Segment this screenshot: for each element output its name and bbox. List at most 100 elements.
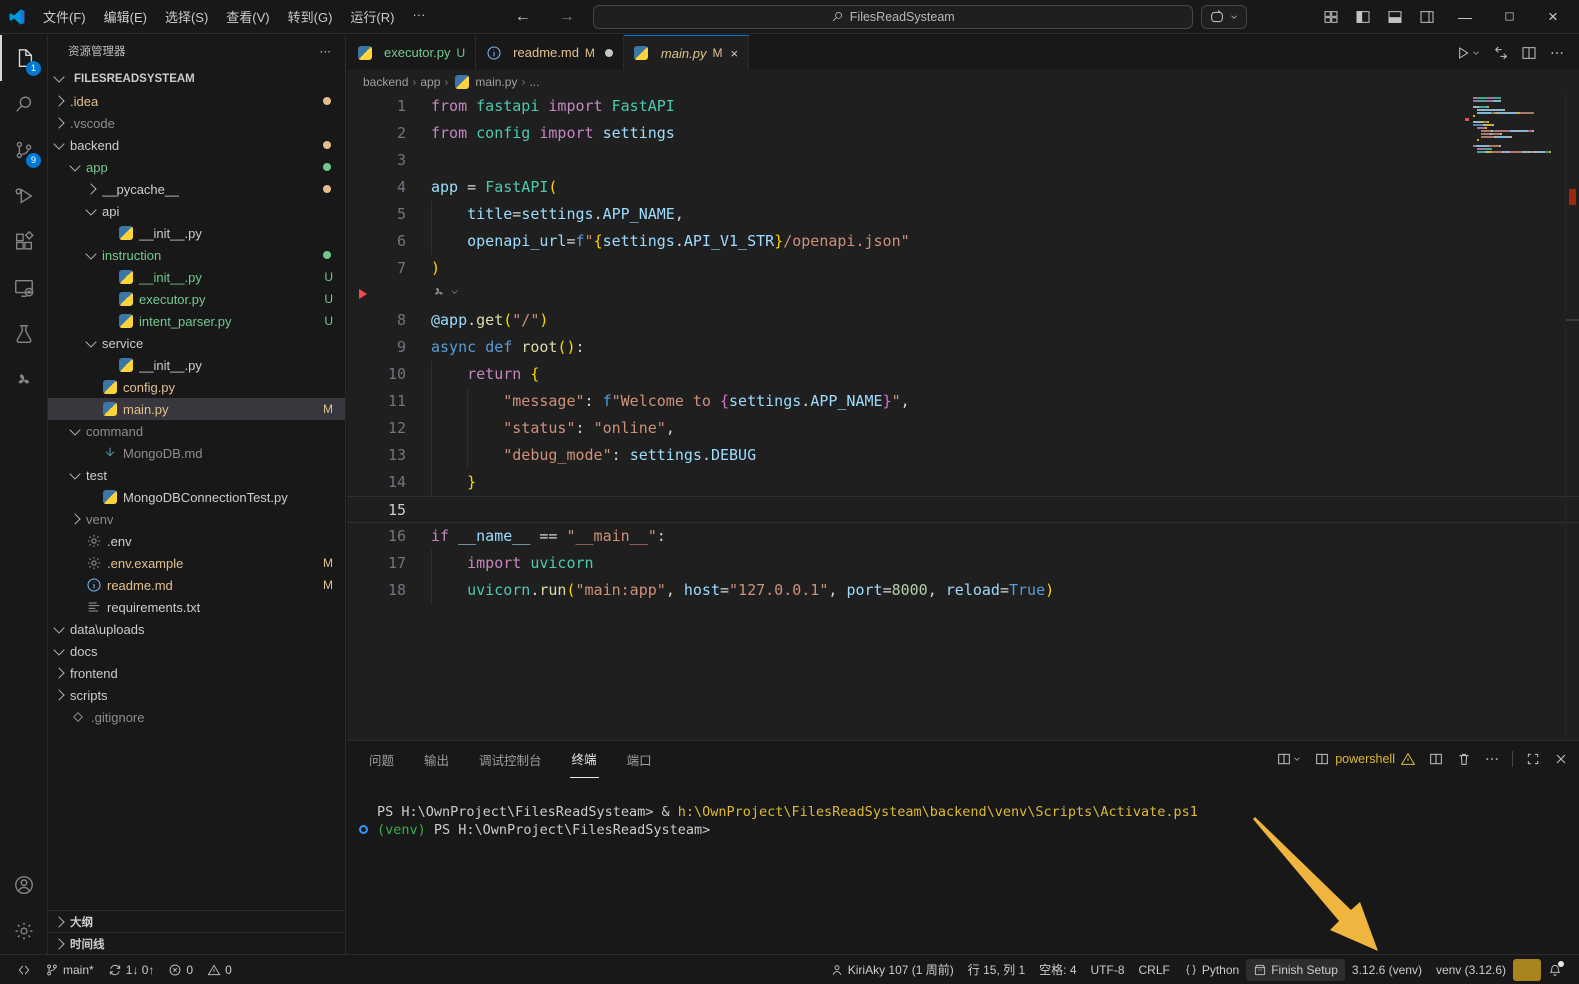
statusbar-0[interactable]: 0 (200, 959, 239, 981)
code-line-3[interactable]: 3 (347, 147, 1579, 174)
search-input[interactable]: FilesReadSysteam (593, 5, 1193, 29)
activitybar-settings-icon[interactable] (0, 908, 47, 954)
tree-item-service[interactable]: service (48, 332, 345, 354)
statusbar-pinwheel-gold-icon[interactable] (1513, 959, 1541, 981)
code-line-7[interactable]: 7) (347, 255, 1579, 282)
activitybar-source-control-icon[interactable]: 9 (0, 127, 47, 173)
nav-forward-icon[interactable]: → (549, 8, 585, 26)
activitybar-remote-explorer-icon[interactable] (0, 265, 47, 311)
breadcrumb[interactable]: backend›app›main.py›... (347, 70, 1579, 93)
editor-tab-executor.py[interactable]: executor.pyU (347, 35, 476, 70)
breadcrumb-item[interactable]: app (420, 75, 440, 89)
more-actions-icon[interactable] (1484, 751, 1500, 767)
statusbar-KiriAky-107--1-周前-[interactable]: KiriAky 107 (1 周前) (823, 959, 961, 981)
code-line-8[interactable]: 8@app.get("/") (347, 307, 1579, 334)
tree-item-api[interactable]: api (48, 200, 345, 222)
statusbar-venv--3.12.6-[interactable]: venv (3.12.6) (1429, 959, 1513, 981)
statusbar-UTF-8[interactable]: UTF-8 (1084, 959, 1132, 981)
code-line-2[interactable]: 2from config import settings (347, 120, 1579, 147)
activitybar-pinwheel-extension-icon[interactable] (0, 357, 47, 403)
toggle-secondary-sidebar-icon[interactable] (1413, 4, 1441, 30)
code-line-13[interactable]: 13 "debug_mode": settings.DEBUG (347, 442, 1579, 469)
tree-item-instruction[interactable]: instruction (48, 244, 345, 266)
tree-item-.gitignore[interactable]: .gitignore (48, 706, 345, 728)
statusbar-空格--4[interactable]: 空格: 4 (1032, 959, 1083, 981)
tree-item-.env[interactable]: .env (48, 530, 345, 552)
panel-tab-问题[interactable]: 问题 (367, 741, 396, 778)
toggle-panel-icon[interactable] (1381, 4, 1409, 30)
code-line-11[interactable]: 11 "message": f"Welcome to {settings.APP… (347, 388, 1579, 415)
tree-item-data-uploads[interactable]: data\uploads (48, 618, 345, 640)
customize-layout-icon[interactable] (1317, 4, 1345, 30)
run-button[interactable] (1455, 45, 1481, 61)
code-line-10[interactable]: 10 return { (347, 361, 1579, 388)
statusbar-Python[interactable]: Python (1177, 959, 1246, 981)
inline-suggestion-widget[interactable] (347, 282, 1579, 307)
editor-tab-main.py[interactable]: main.pyM× (624, 35, 749, 70)
editor-tab-readme.md[interactable]: readme.mdM (476, 35, 624, 70)
tree-item-__init__.py[interactable]: __init__.py (48, 222, 345, 244)
tree-item-venv[interactable]: venv (48, 508, 345, 530)
tree-item-readme.md[interactable]: readme.mdM (48, 574, 345, 596)
statusbar-bell-icon[interactable] (1541, 959, 1569, 981)
tree-item-MongoDB.md[interactable]: MongoDB.md (48, 442, 345, 464)
dirty-indicator[interactable] (605, 49, 613, 57)
breadcrumb-item[interactable]: main.py (475, 75, 517, 89)
code-editor[interactable]: 1from fastapi import FastAPI2from config… (347, 93, 1579, 739)
menu-item[interactable]: 转到(G) (279, 4, 342, 29)
code-line-16[interactable]: 16if __name__ == "__main__": (347, 523, 1579, 550)
tab-close-icon[interactable]: × (730, 46, 738, 61)
tree-item-backend[interactable]: backend (48, 134, 345, 156)
activitybar-extensions-icon[interactable] (0, 219, 47, 265)
code-line-14[interactable]: 14 } (347, 469, 1579, 496)
minimize-button[interactable]: — (1445, 2, 1485, 32)
statusbar-3.12.6--venv-[interactable]: 3.12.6 (venv) (1345, 959, 1429, 981)
tree-item-test[interactable]: test (48, 464, 345, 486)
breadcrumb-item[interactable]: backend (363, 75, 408, 89)
tree-item-requirements.txt[interactable]: requirements.txt (48, 596, 345, 618)
kill-terminal-icon[interactable] (1456, 751, 1472, 767)
activitybar-explorer-icon[interactable]: 1 (0, 35, 47, 81)
sidebar-section-大纲[interactable]: 大纲 (48, 910, 345, 932)
terminal-content[interactable]: PS H:\OwnProject\FilesReadSysteam> & h:\… (347, 777, 1579, 839)
activitybar-run-debug-icon[interactable] (0, 173, 47, 219)
split-terminal-dropdown[interactable] (1276, 751, 1302, 767)
code-line-5[interactable]: 5 title=settings.APP_NAME, (347, 201, 1579, 228)
split-editor-icon[interactable] (1521, 45, 1537, 61)
menu-item[interactable]: 编辑(E) (95, 4, 156, 29)
statusbar-1--0-[interactable]: 1↓ 0↑ (101, 959, 162, 981)
tree-item-__init__.py[interactable]: __init__.py (48, 354, 345, 376)
tree-item-__pycache__[interactable]: __pycache__ (48, 178, 345, 200)
code-line-12[interactable]: 12 "status": "online", (347, 415, 1579, 442)
split-terminal-icon[interactable] (1428, 751, 1444, 767)
close-button[interactable]: × (1533, 2, 1573, 32)
tree-item-config.py[interactable]: config.py (48, 376, 345, 398)
code-line-4[interactable]: 4app = FastAPI( (347, 174, 1579, 201)
more-actions-icon[interactable] (1549, 45, 1565, 61)
statusbar-main-[interactable]: main* (38, 959, 101, 981)
panel-tab-端口[interactable]: 端口 (625, 741, 654, 778)
nav-back-icon[interactable]: ← (505, 8, 541, 26)
tree-item-command[interactable]: command (48, 420, 345, 442)
menu-item[interactable]: 运行(R) (341, 4, 403, 29)
editor-scrollbar[interactable] (1565, 93, 1579, 739)
code-line-9[interactable]: 9async def root(): (347, 334, 1579, 361)
menu-item[interactable]: 选择(S) (156, 4, 217, 29)
code-line-6[interactable]: 6 openapi_url=f"{settings.API_V1_STR}/op… (347, 228, 1579, 255)
tree-item-app[interactable]: app (48, 156, 345, 178)
explorer-more-actions-icon[interactable]: ⋯ (320, 44, 332, 58)
statusbar-0[interactable]: 0 (161, 959, 200, 981)
menu-item[interactable]: 文件(F) (34, 4, 95, 29)
tree-item-.env.example[interactable]: .env.exampleM (48, 552, 345, 574)
tree-item-main.py[interactable]: main.pyM (48, 398, 345, 420)
compare-changes-icon[interactable] (1493, 45, 1509, 61)
statusbar-Finish-Setup[interactable]: Finish Setup (1246, 959, 1345, 981)
panel-tab-调试控制台[interactable]: 调试控制台 (477, 741, 544, 778)
minimap[interactable] (1473, 97, 1565, 154)
code-line-17[interactable]: 17 import uvicorn (347, 550, 1579, 577)
panel-tab-终端[interactable]: 终端 (570, 740, 599, 778)
code-line-15[interactable]: 15 (347, 496, 1579, 523)
tree-item-intent_parser.py[interactable]: intent_parser.pyU (48, 310, 345, 332)
statusbar-CRLF[interactable]: CRLF (1132, 959, 1177, 981)
terminal-instance-powershell[interactable]: powershell (1314, 751, 1416, 767)
